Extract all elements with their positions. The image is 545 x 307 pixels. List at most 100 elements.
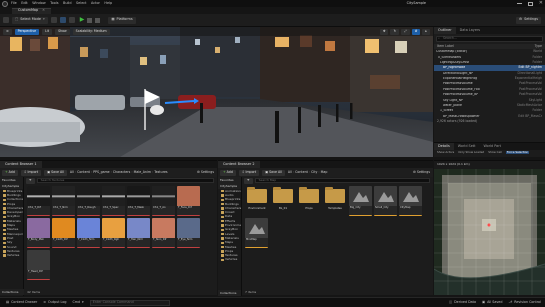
asset-tile[interactable]: Ch1_T_Mask [127, 186, 150, 216]
breadcrumb-item[interactable]: Characters [113, 170, 130, 174]
asset-tile[interactable]: Ch1_T_Dif [27, 186, 50, 216]
camera-speed-icon[interactable]: ▸ [422, 28, 430, 35]
content-drawer-button[interactable]: ▤ Content Drawer [6, 300, 37, 304]
level-tab[interactable]: CustomMap ✕ [12, 7, 51, 14]
world-partition-minimap[interactable]: 1024 x 1024 (0.1 km) [434, 160, 545, 295]
grid-snap-icon[interactable]: # [411, 28, 421, 35]
tab-details[interactable]: Details [434, 143, 454, 150]
cb1-settings-button[interactable]: ⚙ Settings [197, 170, 214, 174]
unreal-logo-icon[interactable] [2, 0, 8, 7]
rotate-icon[interactable]: ↻ [390, 28, 400, 35]
asset-tile[interactable]: T_Cloth_Nrm [77, 218, 100, 248]
cb1-filter-button[interactable]: ⏷ [26, 177, 35, 184]
select-mode-button[interactable]: ⬚ Select Mode ▾ [12, 16, 48, 24]
breadcrumb-item[interactable]: PPS_game [93, 170, 110, 174]
menu-actor[interactable]: Actor [91, 1, 100, 5]
cb2-search-input[interactable]: Search Map [254, 178, 430, 183]
cb1-add-button[interactable]: + Add [2, 169, 18, 176]
maximize-icon[interactable] [527, 1, 533, 6]
folder-tile[interactable]: BL_01 [271, 186, 295, 216]
tab-world-partition[interactable]: World Part [479, 143, 505, 150]
outliner-search-input[interactable]: ⌕ Search... [436, 36, 543, 42]
tab-world-settings[interactable]: World Sett [454, 143, 480, 150]
asset-tile[interactable]: T_Cloth_Dif [52, 218, 75, 248]
cb1-search-input[interactable]: Search Textures [36, 178, 214, 183]
platforms-button[interactable]: ▦ Platforms [108, 16, 136, 24]
breadcrumb-item[interactable]: Map [321, 170, 328, 174]
derived-data-button[interactable]: ◫ Derived Data [449, 300, 476, 304]
scalability-button[interactable]: Scalability: Medium [72, 28, 110, 35]
cb1-save-all-button[interactable]: ▣ Save All [44, 169, 67, 176]
asset-tile[interactable]: T_Eye_Nrm [177, 218, 200, 248]
stop-icon[interactable] [95, 17, 101, 23]
minimap-image[interactable] [434, 169, 545, 295]
tab-content-browser-1[interactable]: Content Browser 1 [0, 161, 42, 168]
close-icon[interactable]: ✕ [539, 1, 543, 6]
asset-tile[interactable]: T_Skin_Dif [152, 218, 175, 248]
tree-item[interactable]: Vehicles [218, 258, 241, 262]
show-actors-toggle[interactable]: Show Actors [437, 151, 454, 154]
scale-icon[interactable]: ⤢ [401, 28, 410, 35]
play-icon[interactable]: ▶ [80, 17, 85, 23]
force-selection-toggle[interactable]: Force Selection [505, 151, 530, 154]
viewport-scene[interactable] [0, 27, 433, 157]
cinematics-icon[interactable] [68, 17, 75, 23]
settings-button[interactable]: ⚙ Settings [516, 16, 541, 24]
cb2-save-all-button[interactable]: ▣ Save All [262, 169, 285, 176]
folder-tile[interactable]: Environment [245, 186, 269, 216]
breadcrumb-item[interactable]: Content [295, 170, 308, 174]
cb1-import-button[interactable]: ⇩ Import [20, 169, 42, 176]
asset-tile[interactable]: Ch1_T_Spec [102, 186, 125, 216]
tab-data-layers[interactable]: Data Layers [456, 27, 484, 34]
show-button[interactable]: Show [55, 28, 70, 35]
console-input[interactable]: Enter Console Command [89, 299, 170, 306]
save-icon[interactable] [3, 17, 9, 23]
output-log-button[interactable]: ≡ Output Log [43, 300, 66, 304]
breadcrumb-item[interactable]: Male_Anim [134, 170, 151, 174]
asset-tile[interactable]: Ch1_T_Rough [77, 186, 100, 216]
menu-window[interactable]: Window [32, 1, 45, 5]
viewport-options-button[interactable]: ≡ [3, 28, 12, 35]
breadcrumb-item[interactable]: Content [77, 170, 90, 174]
folder-tile[interactable]: Templates [323, 186, 347, 216]
asset-tile[interactable]: T_Cloth_Rgh [102, 218, 125, 248]
asset-tile[interactable]: CityMap [399, 186, 422, 216]
menu-file[interactable]: File [11, 1, 17, 5]
cb2-settings-button[interactable]: ⚙ Settings [413, 170, 430, 174]
cb2-filter-button[interactable]: ⏷ [244, 177, 253, 184]
perspective-button[interactable]: Perspective [14, 28, 40, 35]
col-type[interactable]: Type [535, 44, 542, 48]
asset-tile[interactable]: T_Hair_Nrm [127, 218, 150, 248]
cmd-dropdown[interactable]: Cmd ▾ [72, 300, 83, 304]
breadcrumb-item[interactable]: City [311, 170, 317, 174]
asset-tile[interactable]: Small_City [374, 186, 397, 216]
tab-content-browser-2[interactable]: Content Browser 2 [218, 161, 260, 168]
menu-help[interactable]: Help [104, 1, 112, 5]
asset-tile[interactable]: Ch1_T_Nrm [52, 186, 75, 216]
content-icon[interactable] [50, 17, 57, 23]
cb2-add-button[interactable]: + Add [220, 169, 236, 176]
revision-control-button[interactable]: ⎇ Revision Control [508, 300, 541, 304]
close-icon[interactable]: ✕ [42, 8, 45, 12]
menu-select[interactable]: Select [76, 1, 86, 5]
folder-tile[interactable]: Props [297, 186, 321, 216]
breadcrumb-item[interactable]: All [70, 170, 74, 174]
cb2-import-button[interactable]: ⇩ Import [238, 169, 260, 176]
all-saved-button[interactable]: ▣ All Saved [482, 300, 502, 304]
blueprint-icon[interactable] [59, 17, 66, 23]
minimize-icon[interactable] [516, 3, 522, 4]
menu-edit[interactable]: Edit [21, 1, 28, 5]
translate-icon[interactable]: ✥ [379, 28, 389, 35]
tree-item[interactable]: Vehicles [0, 253, 23, 257]
menu-tools[interactable]: Tools [50, 1, 58, 5]
asset-tile[interactable]: MiniMap [245, 218, 268, 248]
asset-tile[interactable]: Ch1_T_Ao [152, 186, 175, 216]
asset-tile[interactable]: Big_City [349, 186, 372, 216]
asset-tile[interactable]: T_Body_Msk [27, 218, 50, 248]
show-cell-toggle[interactable]: Show Cell [488, 151, 502, 154]
menu-build[interactable]: Build [63, 1, 72, 5]
breadcrumb-item[interactable]: All [288, 170, 292, 174]
col-item-label[interactable]: Item Label [437, 44, 454, 48]
show-loaded-toggle[interactable]: Only Show Loaded [458, 151, 484, 154]
asset-tile[interactable]: T_Head_Dif [27, 250, 50, 280]
